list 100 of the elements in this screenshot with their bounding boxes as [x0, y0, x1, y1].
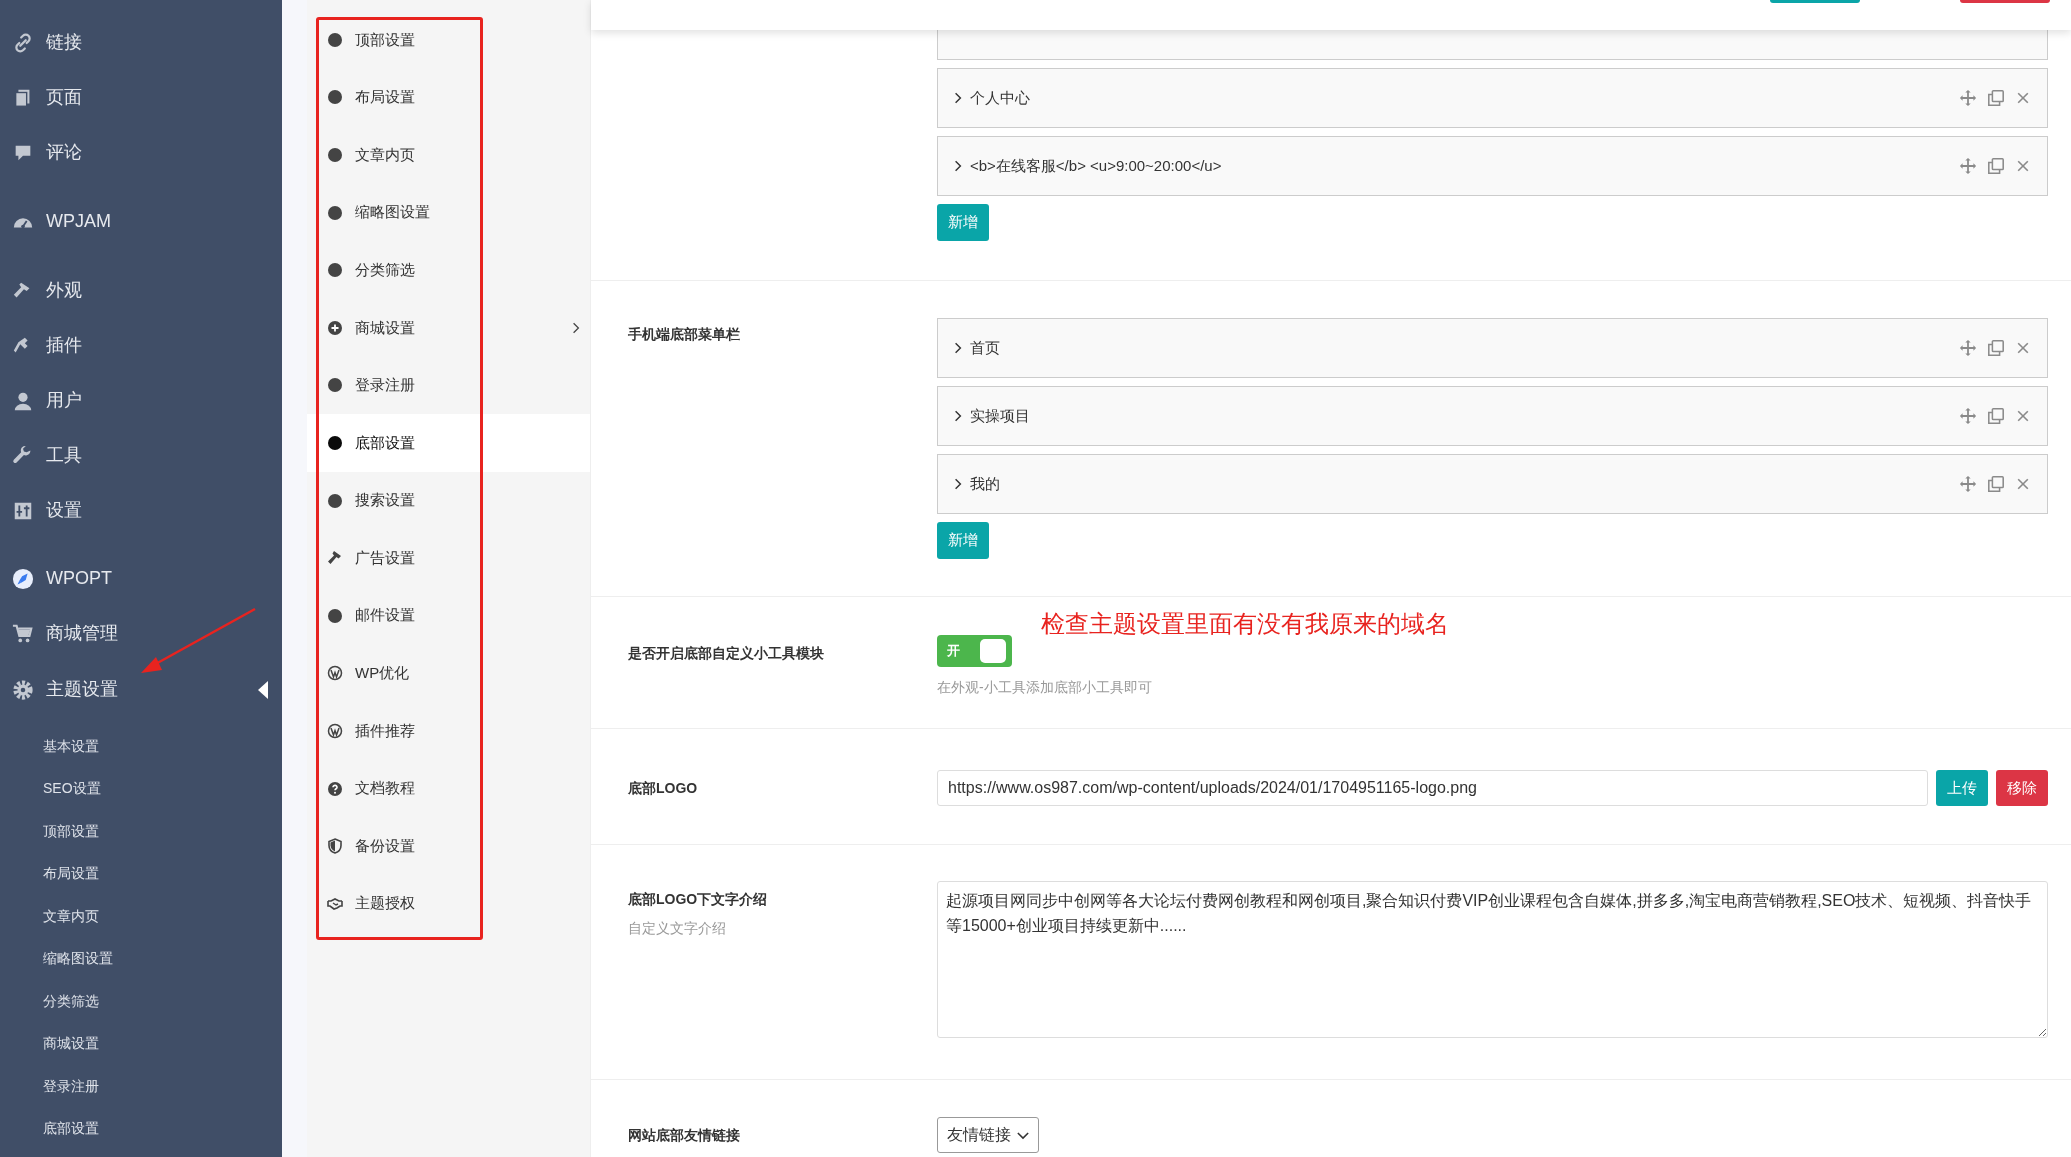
- field-description: 自定义文字介绍: [628, 919, 727, 938]
- submenu-item[interactable]: 底部设置: [0, 1107, 282, 1150]
- dot-icon: [327, 89, 343, 106]
- settings-nav-item[interactable]: 主题授权: [307, 874, 590, 933]
- field-label: 底部LOGO下文字介绍: [628, 890, 769, 909]
- submenu-item[interactable]: 缩略图设置: [0, 937, 282, 980]
- settings-nav-item[interactable]: 备份设置: [307, 817, 590, 875]
- cart-icon: [12, 622, 34, 645]
- shield-icon: [327, 838, 343, 855]
- close-icon[interactable]: [2015, 408, 2031, 424]
- repeater-row[interactable]: 我的: [937, 454, 2048, 514]
- annotation-text: 检查主题设置里面有没有我原来的域名: [1041, 609, 1449, 639]
- row-title: 首页: [970, 337, 1000, 358]
- submenu-item[interactable]: 分类筛选: [0, 980, 282, 1023]
- settings-nav-item[interactable]: 插件推荐: [307, 702, 590, 760]
- copy-icon[interactable]: [1987, 475, 2005, 493]
- url-field[interactable]: https://www.os987.com/wp-content/uploads/2024/01/1704951165-logo.png: [937, 770, 1928, 806]
- field-label: 底部LOGO: [628, 779, 699, 798]
- settings-nav-item[interactable]: 邮件设置: [307, 586, 590, 645]
- submenu-item[interactable]: 文章内页: [0, 895, 282, 938]
- row-title: <b>在线客服</b> <u>9:00~20:00</u>: [970, 155, 1222, 176]
- sidebar-item[interactable]: 主题设置: [0, 662, 282, 717]
- move-icon[interactable]: [1959, 475, 1977, 493]
- settings-nav-item[interactable]: 底部设置: [307, 414, 590, 472]
- sidebar-item[interactable]: WPJAM: [0, 194, 282, 249]
- help-text: 在外观-小工具添加底部小工具即可: [937, 678, 1153, 697]
- help-icon: [327, 780, 343, 797]
- sidebar-item[interactable]: 页面: [0, 70, 282, 125]
- settings-nav-item[interactable]: 广告设置: [307, 529, 590, 587]
- chevron-down-icon: [1017, 1130, 1029, 1140]
- settings-nav-item[interactable]: 分类筛选: [307, 241, 590, 299]
- submenu-item[interactable]: 顶部设置: [0, 810, 282, 853]
- plus-circle-icon: [327, 319, 343, 336]
- gear-icon: [12, 678, 34, 701]
- settings-nav-item[interactable]: 布局设置: [307, 68, 590, 127]
- remove-button[interactable]: 移除: [1996, 770, 2048, 806]
- link-icon: [12, 31, 34, 54]
- settings-nav-item[interactable]: 商城设置: [307, 298, 590, 357]
- move-icon[interactable]: [1959, 157, 1977, 175]
- row-title: 个人中心: [970, 87, 1030, 108]
- repeater-row[interactable]: 首页: [937, 318, 2048, 378]
- dot-icon: [327, 492, 343, 509]
- copy-icon[interactable]: [1987, 339, 2005, 357]
- circle-logo-icon: [327, 665, 343, 682]
- repeater-row[interactable]: 实操项目: [937, 386, 2048, 446]
- dot-icon: [327, 434, 343, 451]
- settings-nav-item[interactable]: 搜索设置: [307, 471, 590, 530]
- sidebar-item[interactable]: 外观: [0, 263, 282, 318]
- settings-nav-item[interactable]: 缩略图设置: [307, 183, 590, 242]
- hammer-icon: [327, 550, 343, 567]
- repeater-row[interactable]: <b>在线客服</b> <u>9:00~20:00</u>: [937, 136, 2048, 196]
- dot-icon: [327, 147, 343, 163]
- settings-nav-item[interactable]: 顶部设置: [307, 11, 590, 69]
- copy-icon[interactable]: [1987, 157, 2005, 175]
- dropdown[interactable]: 友情链接: [937, 1117, 1039, 1153]
- field-label: 是否开启底部自定义小工具模块: [628, 644, 825, 663]
- move-icon[interactable]: [1959, 89, 1977, 107]
- dot-icon: [327, 31, 343, 48]
- chevron-right-icon[interactable]: [954, 160, 962, 172]
- repeater-row[interactable]: 个人中心: [937, 68, 2048, 128]
- settings-nav-item[interactable]: 文章内页: [307, 126, 590, 184]
- sidebar-item[interactable]: 设置: [0, 483, 282, 538]
- dot-icon: [327, 204, 343, 221]
- field-label: 网站底部友情链接: [628, 1126, 741, 1145]
- chevron-right-icon[interactable]: [954, 478, 962, 490]
- row-title: 我的: [970, 473, 1000, 494]
- sidebar-item[interactable]: 工具: [0, 428, 282, 483]
- submenu-item[interactable]: 商城设置: [0, 1022, 282, 1065]
- chevron-right-icon[interactable]: [954, 92, 962, 104]
- sidebar-item[interactable]: WPOPT: [0, 551, 282, 606]
- move-icon[interactable]: [1959, 407, 1977, 425]
- chevron-right-icon[interactable]: [954, 410, 962, 422]
- copy-icon[interactable]: [1987, 89, 2005, 107]
- dot-icon: [327, 262, 343, 279]
- submenu-item[interactable]: 登录注册: [0, 1065, 282, 1108]
- dot-icon: [327, 607, 343, 624]
- move-icon[interactable]: [1959, 339, 1977, 357]
- handshake-icon: [327, 895, 343, 912]
- submenu-item[interactable]: 布局设置: [0, 852, 282, 895]
- sidebar-item[interactable]: 评论: [0, 125, 282, 180]
- close-icon[interactable]: [2015, 476, 2031, 492]
- settings-nav-item[interactable]: 文档教程: [307, 759, 590, 818]
- close-icon[interactable]: [2015, 340, 2031, 356]
- sidebar-item[interactable]: 商城管理: [0, 606, 282, 661]
- close-icon[interactable]: [2015, 90, 2031, 106]
- settings-nav-item[interactable]: WP优化: [307, 644, 590, 703]
- chevron-right-icon[interactable]: [954, 342, 962, 354]
- submenu-item[interactable]: SEO设置: [0, 767, 282, 810]
- field-label: 手机端底部菜单栏: [628, 325, 741, 344]
- submenu-item[interactable]: 基本设置: [0, 725, 282, 768]
- copy-icon[interactable]: [1987, 407, 2005, 425]
- dot-icon: [327, 377, 343, 394]
- sidebar-item[interactable]: 链接: [0, 15, 282, 70]
- row-title: 实操项目: [970, 405, 1030, 426]
- close-icon[interactable]: [2015, 158, 2031, 174]
- settings-nav-item[interactable]: 登录注册: [307, 356, 590, 415]
- text-area[interactable]: 起源项目网同步中创网等各大论坛付费网创教程和网创项目,聚合知识付费VIP创业课程包含自媒体,拼多多,淘宝电商营销教程,SEO技术、短视频、抖音快手等15000+创业项目持续更新中......: [937, 881, 2048, 1038]
- sidebar-item[interactable]: 用户: [0, 373, 282, 428]
- sidebar-item[interactable]: 插件: [0, 318, 282, 373]
- circle-logo-icon: [327, 722, 343, 739]
